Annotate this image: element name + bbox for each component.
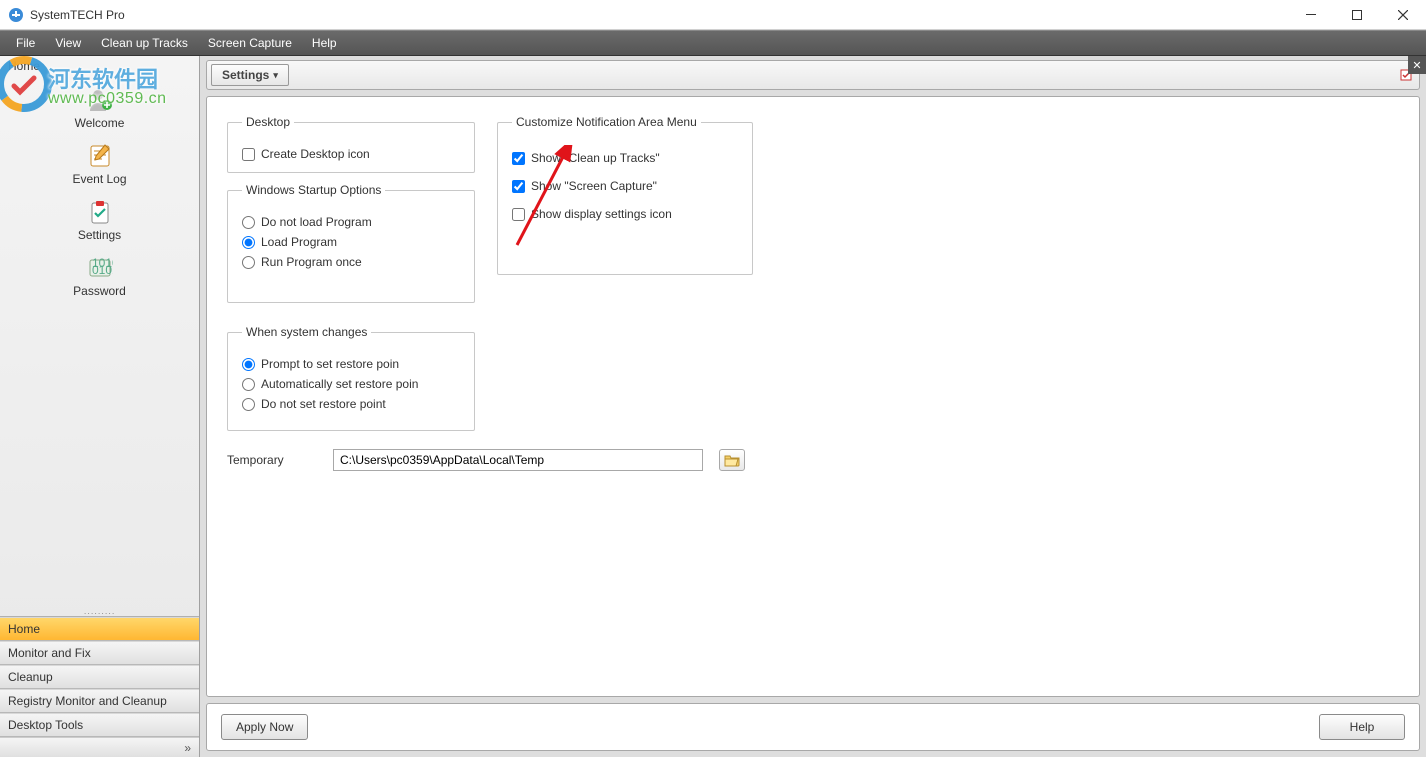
browse-button[interactable] xyxy=(719,449,745,471)
radio-load-program[interactable]: Load Program xyxy=(242,235,460,249)
footer-bar: Apply Now Help xyxy=(206,703,1420,751)
option-label: Load Program xyxy=(261,235,337,249)
checkbox-show-display-settings[interactable]: Show display settings icon xyxy=(512,207,738,221)
help-button[interactable]: Help xyxy=(1319,714,1405,740)
menu-view[interactable]: View xyxy=(45,31,91,55)
settings-dropdown[interactable]: Settings ▾ xyxy=(211,64,289,86)
user-add-icon xyxy=(86,86,114,114)
category-desktop-tools[interactable]: Desktop Tools xyxy=(0,713,199,737)
titlebar: SystemTECH Pro xyxy=(0,0,1426,30)
group-notification-menu: Customize Notification Area Menu Show "C… xyxy=(497,115,753,275)
sidebar-header: Home xyxy=(0,56,199,76)
notepad-icon xyxy=(86,142,114,170)
checkbox-input[interactable] xyxy=(512,152,525,165)
radio-input[interactable] xyxy=(242,256,255,269)
settings-content: Desktop Create Desktop icon Windows Star… xyxy=(206,96,1420,697)
menu-help[interactable]: Help xyxy=(302,31,347,55)
category-home[interactable]: Home xyxy=(0,617,199,641)
group-system-changes: When system changes Prompt to set restor… xyxy=(227,325,475,431)
option-label: Prompt to set restore poin xyxy=(261,357,399,371)
sidebar-item-label: Password xyxy=(73,284,126,298)
toolbar-label: Settings xyxy=(222,68,269,82)
tab-close-button[interactable]: ✕ xyxy=(1408,56,1426,74)
category-registry[interactable]: Registry Monitor and Cleanup xyxy=(0,689,199,713)
radio-input[interactable] xyxy=(242,358,255,371)
group-legend: Customize Notification Area Menu xyxy=(512,115,701,129)
checkbox-show-cleanup[interactable]: Show "Clean up Tracks" xyxy=(512,151,738,165)
group-legend: When system changes xyxy=(242,325,371,339)
radio-input[interactable] xyxy=(242,216,255,229)
apply-now-button[interactable]: Apply Now xyxy=(221,714,308,740)
checkbox-input[interactable] xyxy=(512,180,525,193)
option-label: Automatically set restore poin xyxy=(261,377,418,391)
sidebar-item-event-log[interactable]: Event Log xyxy=(0,138,199,194)
sidebar-item-welcome[interactable]: Welcome xyxy=(0,82,199,138)
radio-input[interactable] xyxy=(242,236,255,249)
sidebar-item-password[interactable]: 101010010101 Password xyxy=(0,250,199,306)
radio-no-restore[interactable]: Do not set restore point xyxy=(242,397,460,411)
sidebar-expand-button[interactable]: » xyxy=(0,737,199,757)
maximize-button[interactable] xyxy=(1334,0,1380,30)
radio-auto-restore[interactable]: Automatically set restore poin xyxy=(242,377,460,391)
menu-screen-capture[interactable]: Screen Capture xyxy=(198,31,302,55)
temporary-row: Temporary xyxy=(227,449,1399,471)
radio-input[interactable] xyxy=(242,398,255,411)
sidebar-item-label: Settings xyxy=(78,228,121,242)
radio-do-not-load[interactable]: Do not load Program xyxy=(242,215,460,229)
option-label: Run Program once xyxy=(261,255,362,269)
menu-cleanup-tracks[interactable]: Clean up Tracks xyxy=(91,31,198,55)
category-monitor-fix[interactable]: Monitor and Fix xyxy=(0,641,199,665)
option-label: Do not load Program xyxy=(261,215,372,229)
category-cleanup[interactable]: Cleanup xyxy=(0,665,199,689)
group-desktop: Desktop Create Desktop icon xyxy=(227,115,475,173)
checkbox-create-desktop-icon[interactable]: Create Desktop icon xyxy=(242,147,460,161)
checkbox-show-screen-capture[interactable]: Show "Screen Capture" xyxy=(512,179,738,193)
clipboard-check-icon xyxy=(86,198,114,226)
option-label: Create Desktop icon xyxy=(261,147,370,161)
svg-text:010101: 010101 xyxy=(92,263,113,277)
sidebar-item-settings[interactable]: Settings xyxy=(0,194,199,250)
sidebar-item-label: Welcome xyxy=(75,116,125,130)
option-label: Show "Clean up Tracks" xyxy=(531,151,660,165)
sidebar-splitter[interactable]: ∙∙∙∙∙∙∙∙∙ xyxy=(0,608,199,616)
radio-prompt-restore[interactable]: Prompt to set restore poin xyxy=(242,357,460,371)
option-label: Show "Screen Capture" xyxy=(531,179,657,193)
option-label: Show display settings icon xyxy=(531,207,672,221)
checkbox-input[interactable] xyxy=(242,148,255,161)
group-legend: Windows Startup Options xyxy=(242,183,385,197)
group-startup: Windows Startup Options Do not load Prog… xyxy=(227,183,475,303)
settings-toolbar: Settings ▾ xyxy=(206,60,1420,90)
temporary-label: Temporary xyxy=(227,453,317,467)
group-legend: Desktop xyxy=(242,115,294,129)
radio-input[interactable] xyxy=(242,378,255,391)
radio-run-once[interactable]: Run Program once xyxy=(242,255,460,269)
sidebar-item-label: Event Log xyxy=(72,172,126,186)
checkbox-input[interactable] xyxy=(512,208,525,221)
close-button[interactable] xyxy=(1380,0,1426,30)
folder-open-icon xyxy=(724,453,740,467)
chevron-right-icon: » xyxy=(184,741,191,755)
temporary-path-input[interactable] xyxy=(333,449,703,471)
minimize-button[interactable] xyxy=(1288,0,1334,30)
sidebar-categories: Home Monitor and Fix Cleanup Registry Mo… xyxy=(0,616,199,737)
chevron-down-icon: ▾ xyxy=(273,70,278,81)
menubar: File View Clean up Tracks Screen Capture… xyxy=(0,30,1426,56)
main-panel: ✕ Settings ▾ Desktop Create Desktop icon xyxy=(200,56,1426,757)
app-icon xyxy=(8,7,24,23)
option-label: Do not set restore point xyxy=(261,397,386,411)
binary-icon: 101010010101 xyxy=(86,254,114,282)
menu-file[interactable]: File xyxy=(6,31,45,55)
window-title: SystemTECH Pro xyxy=(30,8,1288,22)
sidebar: Home Welcome Event Log Settings xyxy=(0,56,200,757)
